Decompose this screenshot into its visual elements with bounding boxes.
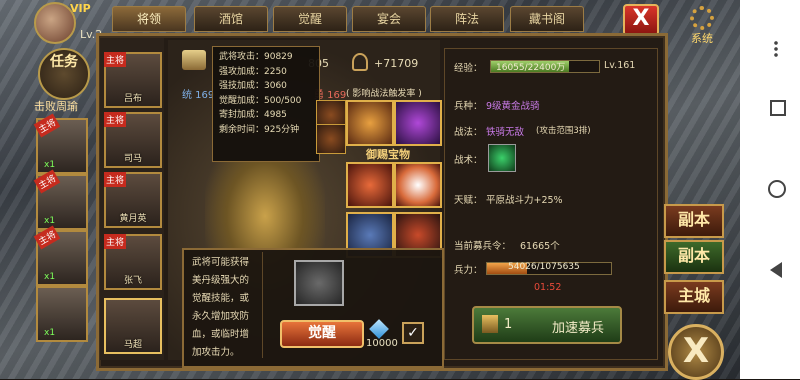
- attack-tooltip: 武将攻击：90829 强攻加成：2250 强技加成：3060 觉醒加成：500/…: [212, 46, 320, 162]
- roster-tag: 主将: [104, 52, 127, 67]
- tooltip-line: 强攻加成：2250: [219, 66, 287, 77]
- tab-banquet[interactable]: 宴会: [352, 6, 426, 32]
- roster-name: 马超: [123, 340, 142, 350]
- roster-card[interactable]: 主将张飞: [104, 234, 162, 290]
- task-button[interactable]: 任务: [38, 48, 90, 100]
- command-stat: 统 169: [182, 90, 215, 101]
- roster-card[interactable]: 主将吕布: [104, 52, 162, 108]
- roster-name: 司马: [123, 154, 142, 164]
- tooltip-line: 寄封加成：4985: [219, 110, 287, 120]
- sword-icon: [182, 50, 206, 70]
- speed-count: 1: [504, 317, 513, 332]
- troop-value: 54026/1075635: [508, 262, 580, 272]
- recents-icon[interactable]: [770, 100, 786, 116]
- tab-tavern[interactable]: 酒馆: [194, 6, 268, 32]
- roster-tag: 主将: [104, 112, 127, 127]
- person-icon: [352, 53, 368, 71]
- tactic-value: 铁骑无敌: [486, 127, 525, 138]
- roster-card-selected[interactable]: 马超: [104, 298, 162, 354]
- tooltip-line: 觉醒加成：500/500: [219, 95, 302, 106]
- awaken-item-slot[interactable]: [294, 260, 344, 306]
- recruit-timer: 01:52: [534, 282, 562, 293]
- system-button[interactable]: 系统: [682, 6, 722, 46]
- awaken-button[interactable]: 觉醒: [280, 320, 364, 348]
- stat-note: ( 影响战法触发率 ): [346, 89, 422, 99]
- power-bonus: +71709: [374, 57, 419, 70]
- awaken-checkbox[interactable]: ✓: [402, 322, 424, 344]
- general-count: x1: [44, 216, 56, 226]
- general-count: x1: [44, 272, 56, 282]
- troop-label: 兵力：: [454, 265, 483, 276]
- android-nav-bar: [740, 0, 800, 379]
- recruit-label: 当前募兵令：: [454, 241, 512, 252]
- general-count: x1: [44, 328, 56, 338]
- speed-label: 加速募兵: [552, 321, 605, 336]
- general-count: x1: [44, 160, 56, 170]
- tiger-item-icon[interactable]: [346, 100, 394, 146]
- talent-label: 天赋：: [454, 195, 483, 206]
- tooltip-line: 武将攻击：90829: [219, 52, 293, 62]
- side-city-button[interactable]: 主城: [664, 280, 724, 314]
- roster-name: 张飞: [123, 276, 142, 286]
- skill-label: 战术：: [454, 155, 483, 166]
- awaken-description: 武将可能获得美丹级强大的觉醒技能，或永久增加攻防血，或临时增加攻击力。: [192, 257, 250, 358]
- treasure-label: 御赐宝物: [366, 148, 410, 161]
- equipment-slot[interactable]: [316, 124, 346, 154]
- general-tag: 主将: [33, 225, 61, 250]
- token-icon: [482, 315, 498, 333]
- exp-value: 16055/22400万: [496, 63, 566, 73]
- tooltip-line: 剩余时间：925分钟: [219, 124, 300, 135]
- skill-icon[interactable]: [488, 144, 516, 172]
- roster-name: 吕布: [123, 94, 142, 104]
- speed-recruit-button[interactable]: 1 加速募兵: [472, 306, 622, 344]
- gear-icon: [690, 6, 714, 30]
- tab-formation[interactable]: 阵法: [430, 6, 504, 32]
- side-dungeon-button[interactable]: 副本: [664, 204, 724, 238]
- roster-name: 黄月英: [119, 214, 147, 224]
- roster-card[interactable]: 主将司马: [104, 112, 162, 168]
- recruit-value: 61665个: [520, 241, 560, 252]
- close-button[interactable]: X: [623, 4, 659, 36]
- left-general-card[interactable]: 主将 x1: [33, 169, 88, 230]
- back-icon[interactable]: [770, 262, 782, 278]
- side-dungeon-button-2[interactable]: 副本: [664, 240, 724, 274]
- left-general-card[interactable]: 主将 x1: [33, 113, 88, 174]
- more-icon[interactable]: [774, 40, 778, 58]
- task-caption: 击败周瑜: [34, 100, 78, 113]
- roster-tag: 主将: [104, 234, 127, 249]
- left-general-card[interactable]: 主将 x1: [33, 225, 88, 286]
- system-label: 系统: [691, 32, 713, 45]
- general-tag: 主将: [33, 113, 61, 138]
- soldier-label: 兵种：: [454, 101, 483, 112]
- exp-label: 经验：: [454, 63, 483, 74]
- roster-tag: 主将: [104, 172, 127, 187]
- general-tag: 主将: [33, 169, 61, 194]
- roster-card[interactable]: 主将黄月英: [104, 172, 162, 228]
- purple-item-icon[interactable]: [394, 100, 442, 146]
- home-icon[interactable]: [768, 180, 786, 198]
- weapon-item-icon[interactable]: [346, 162, 394, 208]
- talent-value: 平原战斗力+25%: [486, 195, 563, 206]
- tab-awaken[interactable]: 觉醒: [273, 6, 347, 32]
- tactic-label: 战法：: [454, 127, 483, 138]
- tactic-note: (攻击范围3排): [536, 126, 591, 136]
- vip-badge[interactable]: VIP: [70, 2, 110, 22]
- task-label: 任务: [50, 54, 78, 70]
- soldier-value: 9级黄金战骑: [486, 101, 540, 112]
- big-close-button[interactable]: X: [668, 324, 724, 380]
- gem-count: 10000: [366, 338, 398, 349]
- tab-library[interactable]: 藏书阁: [510, 6, 584, 32]
- mirror-item-icon[interactable]: [394, 162, 442, 208]
- tooltip-line: 强技加成：3060: [219, 81, 287, 91]
- left-general-card[interactable]: x1: [36, 286, 88, 342]
- tab-generals[interactable]: 将领: [112, 6, 186, 32]
- level-value: Lv.161: [604, 60, 636, 71]
